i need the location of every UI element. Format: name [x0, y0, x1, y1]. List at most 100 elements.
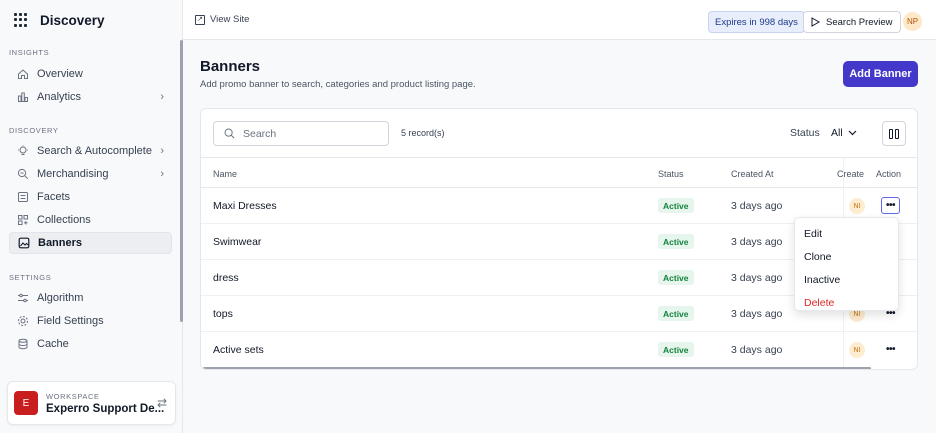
table-header: Name Status Created At Create Action — [201, 157, 917, 188]
status-filter-label: Status — [790, 127, 820, 139]
user-avatar[interactable]: NP — [903, 12, 922, 31]
search-icon — [224, 128, 235, 139]
status-badge: Active — [658, 342, 694, 357]
sidebar-item-overview[interactable]: Overview — [9, 63, 172, 85]
table-row[interactable]: Active sets Active 3 days ago NI ••• — [201, 332, 917, 368]
creator-avatar: NI — [849, 342, 865, 358]
top-bar: ↗ View Site Expires in 998 days Search P… — [183, 0, 936, 40]
sidebar-item-cache[interactable]: Cache — [9, 333, 172, 355]
sidebar-item-label: Facets — [37, 191, 71, 203]
record-count: 5 record(s) — [401, 128, 445, 138]
apps-grid-icon[interactable] — [14, 13, 28, 27]
search-placeholder: Search — [243, 127, 277, 140]
sidebar-item-label: Search & Autocomplete — [37, 145, 152, 157]
sidebar-item-banners[interactable]: Banners — [9, 232, 172, 254]
brand: Discovery — [0, 0, 182, 40]
columns-toggle-button[interactable] — [882, 121, 906, 146]
columns-icon — [889, 128, 893, 139]
chevron-right-icon: › — [160, 168, 164, 180]
row-created: 3 days ago — [731, 344, 783, 356]
section-label-settings: SETTINGS — [9, 273, 52, 282]
sidebar-item-analytics[interactable]: Analytics › — [9, 86, 172, 108]
row-created: 3 days ago — [731, 236, 783, 248]
header-created-by[interactable]: Create — [837, 169, 864, 179]
section-label-discovery: DISCOVERY — [9, 126, 59, 135]
more-actions-icon[interactable]: ••• — [881, 197, 900, 214]
sidebar-item-label: Algorithm — [37, 292, 84, 304]
database-icon — [17, 338, 29, 350]
view-site-label: View Site — [210, 14, 250, 25]
sidebar-item-merchandising[interactable]: Merchandising › — [9, 163, 172, 185]
header-action: Action — [876, 169, 902, 179]
sidebar-item-label: Collections — [37, 214, 91, 226]
workspace-avatar: E — [14, 391, 38, 415]
status-filter-select[interactable]: All — [831, 127, 857, 139]
menu-item-inactive[interactable]: Inactive — [795, 268, 898, 291]
chevron-down-icon — [848, 130, 857, 136]
chevron-right-icon: › — [160, 145, 164, 157]
row-created: 3 days ago — [731, 308, 783, 320]
sidebar-item-facets[interactable]: Facets — [9, 186, 172, 208]
expires-badge: Expires in 998 days — [708, 11, 805, 33]
add-banner-button[interactable]: Add Banner — [843, 61, 918, 87]
creator-avatar: NI — [849, 198, 865, 214]
workspace-label: WORKSPACE — [46, 391, 100, 401]
menu-item-clone[interactable]: Clone — [795, 245, 898, 268]
row-actions-menu: Edit Clone Inactive Delete — [794, 217, 899, 311]
search-preview-button[interactable]: Search Preview — [803, 11, 901, 33]
list-box-icon — [17, 191, 29, 203]
workspace-name: Experro Support De... — [46, 402, 165, 415]
sidebar-item-label: Cache — [37, 338, 69, 350]
row-name: Maxi Dresses — [213, 200, 277, 212]
header-created-at[interactable]: Created At — [731, 169, 774, 179]
table-horizontal-scrollbar[interactable] — [203, 367, 871, 369]
collection-icon — [17, 214, 29, 226]
play-icon — [811, 17, 820, 27]
status-badge: Active — [658, 234, 694, 249]
menu-item-edit[interactable]: Edit — [795, 222, 898, 245]
header-name[interactable]: Name — [213, 169, 237, 179]
status-badge: Active — [658, 270, 694, 285]
image-icon — [18, 237, 30, 249]
sidebar-item-label: Analytics — [37, 91, 82, 103]
sidebar-item-collections[interactable]: Collections — [9, 209, 172, 231]
header-status[interactable]: Status — [658, 169, 684, 179]
row-name: tops — [213, 308, 233, 320]
section-label-insights: INSIGHTS — [9, 48, 50, 57]
chevron-right-icon: › — [160, 91, 164, 103]
switch-arrows-icon[interactable]: ⇄ — [157, 396, 167, 410]
gear-icon — [17, 315, 29, 327]
home-icon — [17, 68, 29, 80]
row-name: Active sets — [213, 344, 264, 356]
page-subtitle: Add promo banner to search, categories a… — [200, 79, 476, 90]
external-link-icon: ↗ — [195, 14, 205, 25]
search-preview-label: Search Preview — [826, 16, 893, 28]
sidebar-item-search-autocomplete[interactable]: Search & Autocomplete › — [9, 140, 172, 162]
search-input[interactable]: Search — [213, 121, 389, 146]
workspace-switcher[interactable]: E WORKSPACE Experro Support De... ⇄ — [7, 381, 176, 425]
row-name: dress — [213, 272, 239, 284]
row-created: 3 days ago — [731, 200, 783, 212]
menu-item-delete[interactable]: Delete — [795, 291, 898, 314]
sidebar-scrollbar[interactable] — [180, 40, 183, 322]
page-title: Banners — [200, 58, 261, 75]
sidebar-item-algorithm[interactable]: Algorithm — [9, 287, 172, 309]
bar-chart-icon — [17, 91, 29, 103]
sidebar: Discovery INSIGHTS Overview Analytics › … — [0, 0, 183, 433]
sliders-icon — [17, 292, 29, 304]
more-actions-icon[interactable]: ••• — [881, 341, 900, 358]
sidebar-item-label: Field Settings — [37, 315, 104, 327]
sidebar-item-label: Merchandising — [37, 168, 109, 180]
bulb-icon — [17, 145, 29, 157]
row-created: 3 days ago — [731, 272, 783, 284]
sidebar-item-field-settings[interactable]: Field Settings — [9, 310, 172, 332]
sidebar-item-label: Banners — [38, 237, 83, 249]
view-site-link[interactable]: ↗ View Site — [195, 14, 249, 25]
zoom-icon — [17, 168, 29, 180]
brand-title: Discovery — [40, 12, 105, 28]
status-badge: Active — [658, 198, 694, 213]
row-name: Swimwear — [213, 236, 262, 248]
status-badge: Active — [658, 306, 694, 321]
status-filter-value: All — [831, 127, 843, 139]
sidebar-item-label: Overview — [37, 68, 83, 80]
